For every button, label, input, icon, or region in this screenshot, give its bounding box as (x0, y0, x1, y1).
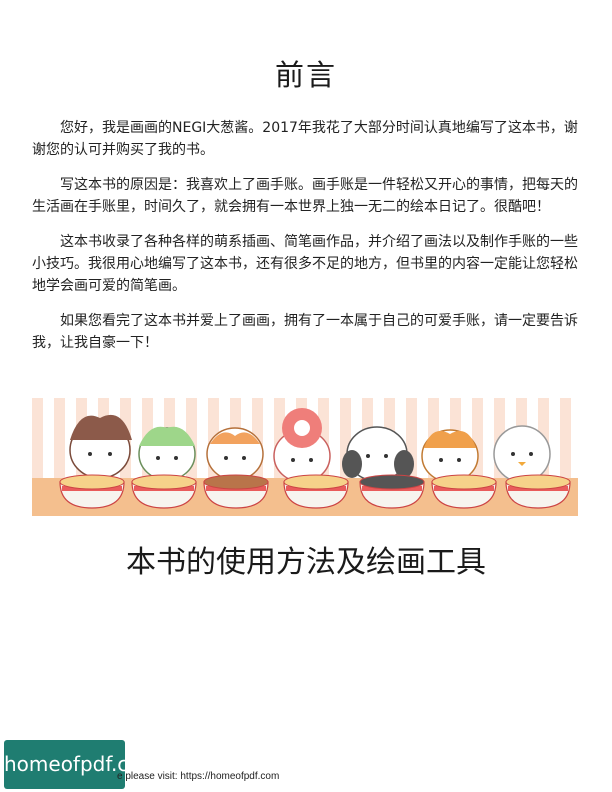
animal-6 (421, 429, 479, 483)
animal-3 (206, 427, 264, 481)
homeofpdf-logo[interactable]: homeofpdf.com (4, 740, 160, 789)
preface-body: 您好，我是画画的NEGI大葱酱。2017年我花了大部分时间认真地编写了这本书，谢… (32, 117, 578, 367)
page-title: 前言 (274, 58, 337, 92)
animal-2 (138, 426, 196, 481)
paragraph-2: 写这本书的原因是：我喜欢上了画手账。画手账是一件轻松又开心的事情，把每天的生活画… (32, 177, 578, 215)
animal-7 (493, 425, 551, 483)
animal-1 (69, 414, 132, 479)
ramen-animals-illustration (32, 398, 578, 516)
paragraph-3: 这本书收录了各种各样的萌系插画、简笔画作品，并介绍了画法以及制作手账的一些小技巧… (32, 234, 578, 294)
illustration-svg (32, 398, 578, 516)
paragraph-1: 您好，我是画画的NEGI大葱酱。2017年我花了大部分时间认真地编写了这本书，谢… (32, 120, 578, 158)
section-title: 本书的使用方法及绘画工具 (126, 545, 486, 580)
paragraph-4: 如果您看完了这本书并爱上了画画，拥有了一本属于自己的可爱手账，请一定要告诉我，让… (32, 313, 578, 351)
footer-visit-link[interactable]: e please visit: https://homeofpdf.com (117, 771, 279, 782)
